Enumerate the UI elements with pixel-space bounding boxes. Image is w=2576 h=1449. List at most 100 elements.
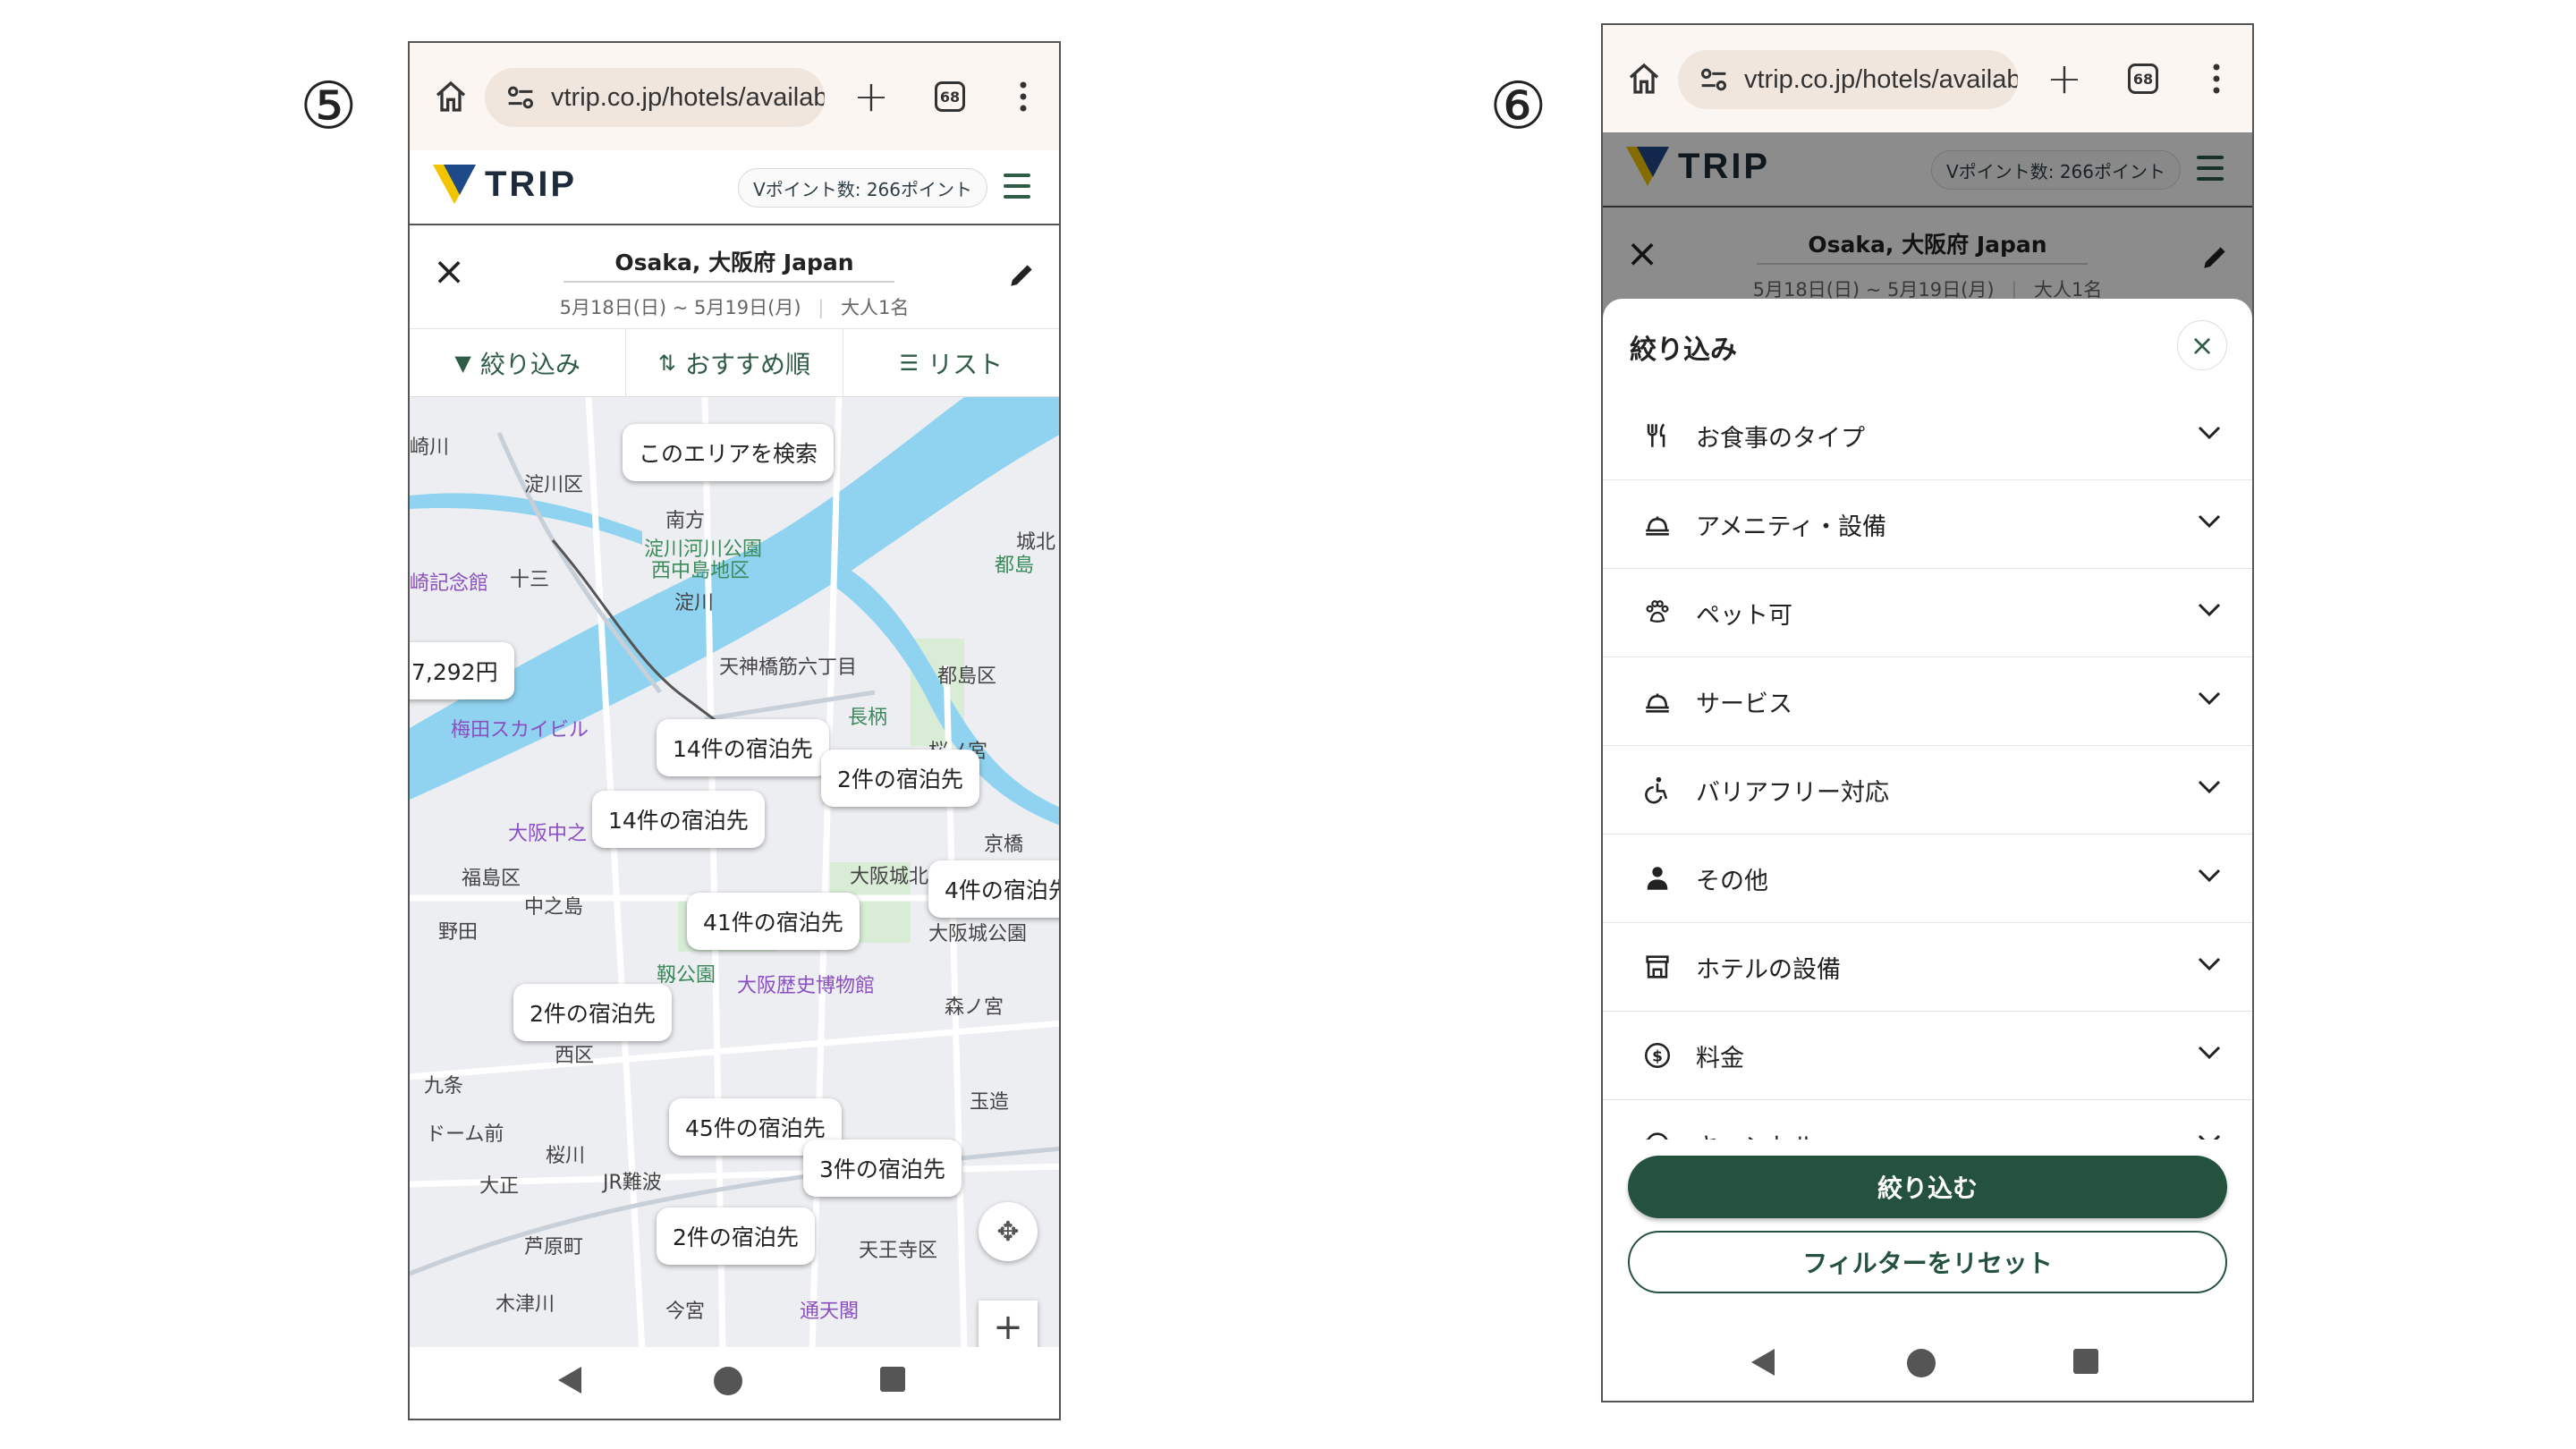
v-logo-icon — [433, 165, 476, 204]
hotel-cluster-pill[interactable]: 2件の宿泊先 — [821, 750, 979, 807]
destination-text[interactable]: Osaka, 大阪府 Japan — [410, 245, 1059, 277]
close-icon[interactable]: × — [2177, 320, 2227, 370]
hotel-cluster-pill[interactable]: 2件の宿泊先 — [513, 984, 672, 1041]
hotel-cluster-pill[interactable]: 3件の宿泊先 — [803, 1140, 962, 1197]
filter-row-pets[interactable]: ペット可 — [1603, 569, 2252, 657]
tab-count: 68 — [935, 81, 965, 112]
filter-funnel-icon: ▼ — [454, 350, 471, 376]
map-label: 玉造 — [970, 1091, 1010, 1114]
site-settings-icon[interactable] — [1696, 62, 1732, 97]
phone-screen-filter: vtrip.co.jp/hotels/availab + 68 TRIP Vポイ… — [1601, 23, 2254, 1402]
filter-label: 料金 — [1696, 1044, 1744, 1072]
map-label: 森ノ宮 — [945, 996, 1004, 1019]
url-bar[interactable]: vtrip.co.jp/hotels/availab — [1678, 50, 2018, 109]
recent-apps-icon[interactable] — [880, 1367, 905, 1392]
reset-filter-button[interactable]: フィルターをリセット — [1628, 1231, 2227, 1293]
map-label: 都島 — [995, 555, 1035, 577]
hamburger-menu-icon[interactable] — [1004, 174, 1030, 199]
separator: | — [818, 297, 825, 318]
hotel-cluster-pill[interactable]: 2件の宿泊先 — [657, 1208, 815, 1265]
recenter-map-icon[interactable]: ✥ — [979, 1202, 1038, 1261]
filter-list[interactable]: お食事のタイプ アメニティ・設備 ペット可 サービス バリアフリー対応 その他 … — [1603, 392, 2252, 1140]
vtrip-logo[interactable]: TRIP — [433, 163, 577, 206]
site-settings-icon[interactable] — [503, 80, 538, 115]
hotel-cluster-pill[interactable]: 14件の宿泊先 — [592, 791, 765, 848]
filter-label: 絞り込み — [479, 349, 580, 379]
list-view-button[interactable]: ☰ リスト — [843, 329, 1059, 396]
step-number-6: ⑥ — [1489, 68, 1547, 143]
map-label: 靱公園 — [657, 964, 716, 987]
filter-row-service[interactable]: サービス — [1603, 657, 2252, 746]
back-icon[interactable] — [1751, 1349, 1775, 1376]
map-label: 芦原町 — [524, 1236, 584, 1258]
tab-switcher-icon[interactable]: 68 — [2120, 55, 2166, 102]
search-summary: × Osaka, 大阪府 Japan 5月18日(日) ~ 5月19日(月) |… — [410, 225, 1059, 329]
map-label: 淀川 — [674, 592, 715, 614]
map-label: 都島区 — [937, 665, 997, 688]
map-label: 西区 — [555, 1045, 595, 1067]
filter-row-cancel[interactable]: キャンセル — [1603, 1100, 2252, 1140]
sort-arrows-icon: ⇅ — [657, 350, 677, 376]
apply-filter-button[interactable]: 絞り込む — [1628, 1156, 2227, 1218]
filter-row-amenities[interactable]: アメニティ・設備 — [1603, 480, 2252, 569]
list-label: リスト — [928, 349, 1004, 379]
list-lines-icon: ☰ — [899, 350, 919, 376]
new-tab-icon[interactable]: + — [848, 72, 894, 122]
search-this-area-button[interactable]: このエリアを検索 — [623, 424, 835, 481]
back-icon[interactable] — [558, 1367, 581, 1394]
filter-button[interactable]: ▼ 絞り込み — [410, 329, 627, 396]
site-header: TRIP Vポイント数: 266ポイント — [410, 150, 1059, 225]
chevron-down-icon — [2198, 603, 2221, 617]
building-icon — [1639, 948, 1676, 986]
new-tab-icon[interactable]: + — [2041, 54, 2088, 104]
hotel-cluster-pill[interactable]: 4件の宿泊先 — [928, 860, 1059, 918]
filter-row-barrier-free[interactable]: バリアフリー対応 — [1603, 746, 2252, 835]
map-label: 今宮 — [665, 1301, 706, 1323]
hotel-cluster-pill[interactable]: 41件の宿泊先 — [687, 893, 860, 950]
chevron-down-icon — [2198, 780, 2221, 794]
map-label: 野田 — [438, 921, 479, 944]
chevron-down-icon — [2198, 514, 2221, 529]
hotel-cluster-pill[interactable]: 14件の宿泊先 — [657, 719, 829, 776]
map-label: 西中島地区 — [651, 560, 750, 582]
chevron-down-icon — [2198, 869, 2221, 883]
dollar-icon: $ — [1639, 1037, 1676, 1074]
map-label: 京橋 — [984, 834, 1024, 856]
android-nav-bar — [410, 1347, 1059, 1419]
divider — [564, 281, 894, 283]
dates-guests[interactable]: 5月18日(日) ~ 5月19日(月) | 大人1名 — [410, 293, 1059, 320]
accessible-icon — [1639, 771, 1676, 809]
home-icon[interactable] — [1621, 55, 1667, 102]
filter-row-price[interactable]: $ 料金 — [1603, 1012, 2252, 1100]
url-bar[interactable]: vtrip.co.jp/hotels/availab — [485, 68, 825, 127]
recent-apps-icon[interactable] — [2073, 1349, 2098, 1374]
points-badge[interactable]: Vポイント数: 266ポイント — [738, 168, 987, 208]
home-icon[interactable] — [428, 73, 474, 120]
filter-row-meal-type[interactable]: お食事のタイプ — [1603, 392, 2252, 480]
service-icon — [1639, 682, 1676, 720]
sort-button[interactable]: ⇅ おすすめ順 — [626, 329, 843, 396]
map-label: 崎川 — [410, 436, 450, 459]
tab-count: 68 — [2128, 64, 2158, 94]
browser-menu-icon[interactable] — [1000, 73, 1046, 120]
home-circle-icon[interactable] — [714, 1367, 742, 1395]
home-circle-icon[interactable] — [1907, 1349, 1936, 1377]
map-label: 桜川 — [546, 1145, 586, 1167]
map-label: 天神橋筋六丁目 — [719, 657, 858, 679]
zoom-in-icon[interactable]: + — [979, 1301, 1038, 1351]
chevron-down-icon — [2198, 426, 2221, 440]
filter-label: ホテルの設備 — [1696, 955, 1841, 984]
filter-row-hotel-facilities[interactable]: ホテルの設備 — [1603, 923, 2252, 1012]
filter-row-other[interactable]: その他 — [1603, 835, 2252, 923]
step-number-5: ⑤ — [300, 68, 358, 143]
map-label: 長柄 — [848, 707, 888, 729]
map-view[interactable]: 淀川区 崎川 南方 淀川河川公園 西中島地区 崎記念館 十三 天神橋筋六丁目 都… — [410, 397, 1059, 1351]
tab-switcher-icon[interactable]: 68 — [927, 73, 973, 120]
price-pill[interactable]: 7,292円 — [410, 642, 514, 699]
browser-menu-icon[interactable] — [2193, 55, 2240, 102]
filter-bottom-sheet: 絞り込み × お食事のタイプ アメニティ・設備 ペット可 サービス バリアフリー… — [1603, 299, 2252, 1401]
filter-label: お食事のタイプ — [1696, 424, 1865, 453]
edit-pencil-icon[interactable] — [1004, 258, 1039, 293]
amenity-icon — [1639, 505, 1676, 543]
cancel-icon — [1639, 1125, 1676, 1140]
